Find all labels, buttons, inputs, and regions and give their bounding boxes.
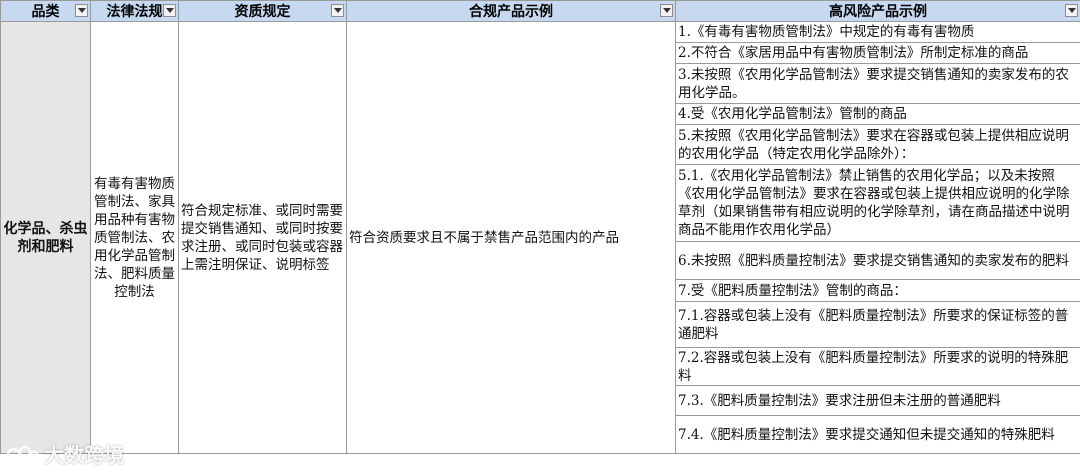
risk-item: 7.4.《肥料质量控制法》要求提交通知但未提交通知的特殊肥料 xyxy=(675,415,1080,454)
risk-item: 3.未按照《农用化学品管制法》要求提交销售通知的卖家发布的农用化学品。 xyxy=(675,63,1080,104)
header-laws: 法律法规 xyxy=(90,0,179,22)
risk-item: 7.3.《肥料质量控制法》要求注册但未注册的普通肥料 xyxy=(675,385,1080,416)
chevron-down-icon xyxy=(662,8,671,13)
risk-item: 2.不符合《家居用品中有害物质管制法》所制定标准的商品 xyxy=(675,42,1080,64)
risk-item: 5.未按照《农用化学品管制法》要求在容器或包装上提供相应说明的农用化学品（特定农… xyxy=(675,124,1080,165)
risk-item: 7.1.容器或包装上没有《肥料质量控制法》所要求的保证标签的普通肥料 xyxy=(675,301,1080,348)
filter-dropdown-qualification[interactable] xyxy=(331,4,344,17)
compliant-cell: 符合资质要求且不属于禁售产品范围内的产品 xyxy=(346,21,676,454)
header-high-risk: 高风险产品示例 xyxy=(675,0,1080,22)
header-qualification: 资质规定 xyxy=(178,0,347,22)
risk-item: 7.2.容器或包装上没有《肥料质量控制法》所要求的说明的特殊肥料 xyxy=(675,347,1080,386)
brand-logo-icon xyxy=(6,445,40,462)
category-cell: 化学品、杀虫剂和肥料 xyxy=(0,21,91,454)
chevron-down-icon xyxy=(333,8,342,13)
risk-item: 1.《有毒有害物质管制法》中规定的有毒有害物质 xyxy=(675,21,1080,43)
chevron-down-icon xyxy=(77,8,86,13)
chevron-down-icon xyxy=(165,8,174,13)
risk-item: 5.1.《农用化学品管制法》禁止销售的农用化学品；以及未按照《农用化学品管制法》… xyxy=(675,164,1080,242)
filter-dropdown-high-risk[interactable] xyxy=(1065,4,1078,17)
filter-dropdown-laws[interactable] xyxy=(163,4,176,17)
qualification-cell: 符合规定标准、或同时需要提交销售通知、或同时按要求注册、或同时包装或容器上需注明… xyxy=(178,21,347,454)
filter-dropdown-category[interactable] xyxy=(75,4,88,17)
filter-dropdown-compliant[interactable] xyxy=(660,4,673,17)
header-compliant: 合规产品示例 xyxy=(346,0,676,22)
risk-item: 6.未按照《肥料质量控制法》要求提交销售通知的卖家发布的肥料 xyxy=(675,241,1080,280)
watermark: 大数跨境 xyxy=(6,439,124,468)
laws-cell: 有毒有害物质管制法、家具用品种有害物质管制法、农用化学品管制法、肥料质量控制法 xyxy=(90,21,179,454)
risk-item: 4.受《农用化学品管制法》管制的商品 xyxy=(675,103,1080,125)
header-row: 品类 法律法规 资质规定 合规产品示例 高风险产品示例 xyxy=(0,0,1080,22)
header-category: 品类 xyxy=(0,0,91,22)
chevron-down-icon xyxy=(1067,8,1076,13)
regulation-table: 品类 法律法规 资质规定 合规产品示例 高风险产品示例 化学品、杀虫剂和肥料 有… xyxy=(0,0,1080,454)
risk-item: 7.受《肥料质量控制法》管制的商品： xyxy=(675,279,1080,302)
watermark-text: 大数跨境 xyxy=(44,443,124,467)
